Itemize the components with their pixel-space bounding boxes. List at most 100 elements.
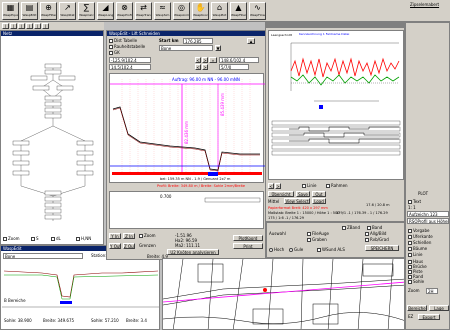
rauheit-checkbox[interactable]: Rauheitstabelle: [109, 44, 145, 49]
toolbar-button-waspflow[interactable]: ∿ WaspFlow: [249, 2, 266, 20]
option-vorgabe[interactable]: Vorgabe: [408, 228, 429, 233]
toolbar-button-waspanim[interactable]: ◎ WaspAnim: [173, 2, 190, 20]
plotkoord-button[interactable]: PlotKoord: [233, 235, 263, 241]
toolbar-button-waspsim[interactable]: ≈ WaspSim: [154, 2, 171, 20]
long-label-left: Laengsschnitt: [271, 33, 292, 37]
refgrad-checkbox[interactable]: Rvb/Grad: [365, 237, 389, 242]
toolbar-button-waspplot[interactable]: ⌂ WaspPlot: [211, 2, 228, 20]
option-uferkante[interactable]: Uferkante: [408, 234, 433, 239]
network-tree-graph[interactable]: [1, 36, 104, 226]
save-button[interactable]: Save: [296, 191, 310, 197]
gule-radio[interactable]: Gule: [289, 247, 303, 252]
tree-zoom-label[interactable]: Zoom: [3, 236, 20, 241]
nav-btn-b[interactable]: >: [202, 57, 208, 63]
nav-btn-f[interactable]: ▼: [215, 45, 221, 51]
long-nav-left[interactable]: <: [268, 183, 274, 189]
tree-tab-1[interactable]: |: [2, 23, 9, 29]
option2-sohle[interactable]: Sohle: [408, 279, 424, 284]
small-window-label[interactable]: Bone: [3, 253, 83, 259]
option-bäume[interactable]: Bäume: [408, 246, 427, 251]
nav-btn-a[interactable]: <: [195, 57, 201, 63]
option-linie[interactable]: Linie: [408, 252, 422, 257]
toolbar-button-label: WaspAnim: [174, 13, 189, 17]
z-out-button[interactable]: Z Out: [123, 243, 135, 249]
nav-btn-c[interactable]: »: [209, 57, 217, 63]
hand-icon: ✋: [195, 3, 206, 12]
long-plot-area[interactable]: Laengsschnitt Kennzeichnung 1 Feldname D…: [268, 30, 404, 180]
out-button[interactable]: Out: [312, 191, 326, 197]
y-in-button[interactable]: Y In: [109, 233, 121, 239]
gk-checkbox[interactable]: GK: [109, 50, 120, 55]
toolbar-button-wasptrans[interactable]: ⇄ WaspTrans: [135, 2, 152, 20]
tree-tab-5[interactable]: |: [34, 23, 41, 29]
map-svg: [163, 259, 404, 329]
export-button[interactable]: Export: [418, 314, 440, 320]
top-label-field[interactable]: Bone: [159, 45, 213, 51]
tree-dl-label[interactable]: dL: [51, 236, 61, 241]
linie-checkbox[interactable]: Linie: [302, 183, 316, 188]
coord-field-4[interactable]: 5/7/0: [219, 64, 249, 70]
dist-table-checkbox[interactable]: Dist Tabelle: [109, 38, 137, 43]
option-schießen[interactable]: Schießen: [408, 240, 431, 245]
toolbar-button-waspfilter[interactable]: ⊕ WaspFilter: [40, 2, 57, 20]
toolbar-button-waspequid[interactable]: ▦ WaspEquid: [2, 2, 19, 20]
rahmen-checkbox[interactable]: Rahmen: [326, 183, 348, 188]
graph-footer-text: bei: 159.35 m NN - 1.9 / Genuant 2x7 m: [160, 177, 231, 181]
lage-button[interactable]: Lage: [429, 305, 449, 311]
toolbar-button-waspcalc[interactable]: ∑ WaspCalc: [78, 2, 95, 20]
tree-hnn-label[interactable]: H,NN: [76, 236, 91, 241]
hoch-radio[interactable]: Hoch: [269, 247, 284, 252]
nav-btn-g[interactable]: ▲: [247, 38, 255, 44]
toolbar-button-waspkoor[interactable]: ✋ WaspKoor: [192, 2, 209, 20]
toolbar-button-wasplong[interactable]: ◢ WaspLong: [97, 2, 114, 20]
tree-tab-6[interactable]: |: [42, 23, 49, 29]
toolbar-button-waspedit[interactable]: ▤ WaspEdit: [21, 2, 38, 20]
fileauge-checkbox[interactable]: FileAuge: [307, 231, 329, 236]
right-pxmag[interactable]: 2H: [426, 288, 438, 294]
z-in-button[interactable]: Z In: [123, 233, 135, 239]
small-bereiche-label: B Bereiche: [4, 298, 26, 303]
band-checkbox[interactable]: Band: [367, 225, 382, 230]
long-window: Laengsschnitt Kennzeichnung 1 Feldname D…: [265, 22, 405, 222]
tree-tab-3[interactable]: |: [18, 23, 25, 29]
unterstutzen-button[interactable]: U2 Knöten analysieren: [167, 249, 219, 255]
map-view[interactable]: [162, 258, 405, 330]
print-button[interactable]: Print: [233, 243, 263, 249]
speichern-button[interactable]: SPEICHERN: [365, 245, 399, 251]
coord-field-2[interactable]: 14.5/102.4: [109, 64, 151, 70]
load-button[interactable]: Load: [312, 198, 326, 204]
small-breite1: Breite: 349.675: [43, 318, 75, 323]
graben-checkbox[interactable]: Graben: [307, 237, 327, 242]
right-field-a[interactable]: Aufzeichn 123: [407, 211, 449, 217]
y-out-button[interactable]: Y Out: [109, 243, 121, 249]
zoom-checkbox[interactable]: Zoom: [139, 233, 156, 238]
text-checkbox[interactable]: Text: [408, 199, 421, 204]
long-nav-right[interactable]: >: [275, 183, 281, 189]
right-field-b[interactable]: RSOProfil aus Höhenplan: [407, 218, 449, 224]
bereiche-button[interactable]: Bereiche: [407, 305, 427, 311]
mittel-label: Mittel: [268, 199, 280, 204]
start-km-input[interactable]: 176.285: [183, 38, 213, 44]
annotation-right: 85.439 mm: [220, 92, 225, 116]
toolbar-button-label: WaspPlot: [212, 13, 227, 17]
calc-icon: ∑: [83, 3, 90, 12]
toolbar-button-waspfiller[interactable]: ▲ WaspFiller: [230, 2, 247, 20]
toolbar-button-waspstat[interactable]: ↗ WaspStat: [59, 2, 76, 20]
zbandk-checkbox[interactable]: ZBand: [342, 225, 360, 230]
wsunda-checkbox[interactable]: WSund ALS: [317, 247, 345, 252]
toolbar-button-label: WaspFiller: [231, 13, 246, 17]
coord-field-3[interactable]: 148.6/102.4: [219, 57, 259, 63]
profile-plot-area[interactable]: Auftrag: 96.00 m NN - 96.00 mNN 85.439 m…: [109, 73, 265, 183]
allaufhin-checkbox[interactable]: Allg/Bild: [365, 231, 386, 236]
mid-controls: FileAuge Allg/Bild Rvb/Grad Graben Auswa…: [266, 222, 405, 258]
view-select-button[interactable]: View Select: [284, 198, 310, 204]
nav-btn-d[interactable]: <: [195, 64, 201, 70]
tree-tab-2[interactable]: |: [10, 23, 17, 29]
nav-btn-e[interactable]: >: [202, 64, 208, 70]
toolbar-button-waspprofil[interactable]: ⊗ WaspProfil: [116, 2, 133, 20]
tree-tab-4[interactable]: |: [26, 23, 33, 29]
coord-field-1[interactable]: -125.9/102.4: [109, 57, 151, 63]
tree-s-label[interactable]: S: [31, 236, 39, 241]
ubersicht-button[interactable]: Übersicht: [268, 191, 294, 197]
long-window-title: [266, 23, 404, 28]
